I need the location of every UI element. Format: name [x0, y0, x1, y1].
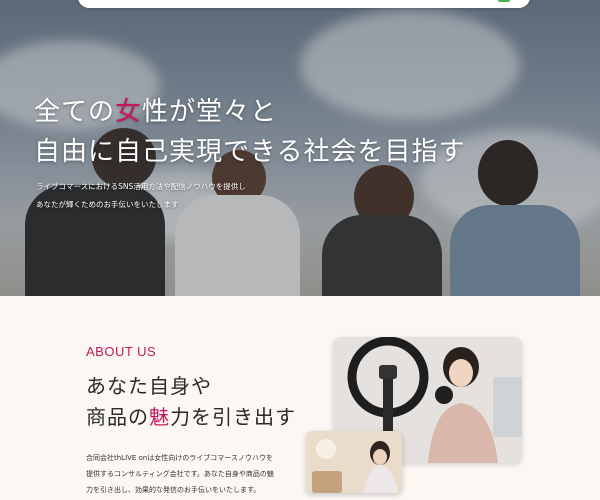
about-description: 合同会社thLIVE onは女性向けのライブコマースノウハウを 提供するコンサル… [86, 454, 274, 494]
about-heading-accent: 魅 [149, 405, 170, 429]
hero-title: 全ての女性が堂々と 自由に自己実現できる社会を目指す [34, 92, 465, 172]
hero-title-accent: 女 [115, 97, 143, 127]
hero-subtitle: ライブコマースにおけるSNS活用方法や配信ノウハウを提供し あなたが輝くためのお… [36, 182, 246, 209]
top-navbar[interactable] [78, 0, 530, 8]
about-heading: あなた自身や 商品の魅力を引き出す [86, 374, 296, 429]
nav-icon[interactable] [498, 0, 510, 2]
about-label: ABOUT US [86, 344, 157, 359]
hero-title-line1: 全ての女性が堂々と [34, 97, 278, 127]
hero-title-line2: 自由に自己実現できる社会を目指す [34, 137, 466, 167]
hero-section: 全ての女性が堂々と 自由に自己実現できる社会を目指す ライブコマースにおけるSN… [0, 0, 600, 296]
about-photo-streaming [306, 431, 402, 493]
